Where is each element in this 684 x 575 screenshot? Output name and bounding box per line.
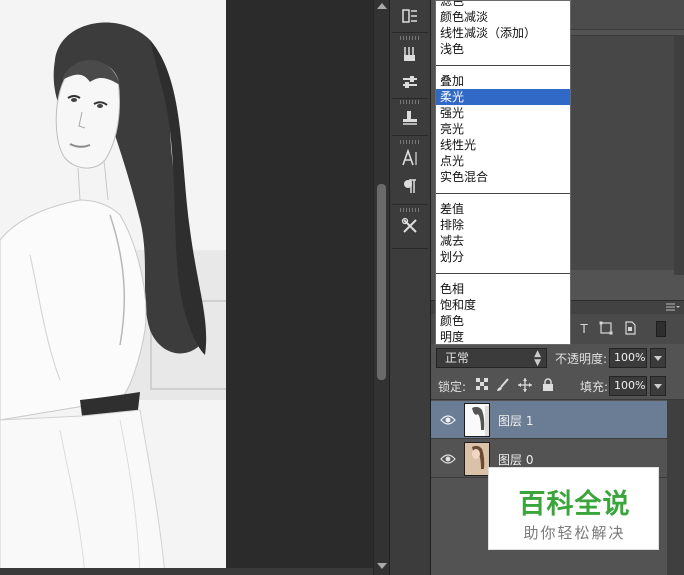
panel-tab-strip — [571, 0, 684, 30]
blend-option-subtract[interactable]: 减去 — [436, 233, 570, 249]
history-brush-icon[interactable] — [394, 2, 426, 30]
blend-mode-dropdown-list[interactable]: 滤色 颜色减淡 线性减淡（添加） 浅色 叠加 柔光 强光 亮光 线性光 点光 实… — [435, 0, 571, 345]
panel-scrollbar[interactable] — [674, 35, 684, 275]
blend-option-screen[interactable]: 滤色 — [436, 1, 570, 9]
lock-label: 锁定: — [438, 380, 467, 394]
blend-opacity-row: 正常 ▲ ▼ 不透明度: 100% — [431, 344, 684, 372]
blend-option-divide[interactable]: 划分 — [436, 249, 570, 265]
blend-option-vivid-light[interactable]: 亮光 — [436, 121, 570, 137]
select-arrows-icon: ▲ ▼ — [534, 349, 541, 368]
fill-label: 填充: — [580, 380, 609, 394]
strip-group-clone — [394, 100, 426, 132]
opacity-label: 不透明度: — [555, 352, 608, 366]
menu-separator — [436, 273, 570, 274]
tools-icon[interactable] — [394, 212, 426, 240]
watermark-title: 百科全说 — [518, 489, 631, 520]
blend-option-linear-light[interactable]: 线性光 — [436, 137, 570, 153]
shape-filter-icon[interactable] — [598, 321, 614, 337]
layer-row-1[interactable]: 图层 1 — [431, 401, 667, 439]
panel-icon-strip — [389, 0, 431, 575]
blend-option-hard-mix[interactable]: 实色混合 — [436, 169, 570, 185]
strip-group-brush — [394, 36, 426, 96]
canvas-area[interactable] — [0, 0, 373, 575]
brush-presets-icon[interactable] — [394, 40, 426, 68]
chevron-down-icon — [654, 356, 662, 361]
strip-separator — [392, 135, 428, 136]
document-canvas[interactable] — [0, 0, 226, 575]
blend-mode-value: 正常 — [445, 351, 470, 365]
opacity-dropdown-button[interactable] — [650, 348, 666, 368]
panel-menu-icon[interactable] — [666, 303, 680, 312]
smart-object-filter-icon[interactable] — [622, 321, 638, 337]
lock-transparent-pixels-icon[interactable] — [475, 378, 489, 392]
blend-option-hard-light[interactable]: 强光 — [436, 105, 570, 121]
visibility-eye-icon[interactable] — [440, 452, 456, 466]
strip-group-history — [394, 2, 426, 30]
scroll-down-arrow-icon[interactable] — [377, 563, 387, 569]
layer-thumbnail[interactable] — [464, 403, 490, 437]
strip-group-tools — [394, 208, 426, 240]
blend-option-pin-light[interactable]: 点光 — [436, 153, 570, 169]
layer-thumbnail[interactable] — [464, 442, 490, 476]
menu-separator — [436, 193, 570, 194]
blend-option-soft-light[interactable]: 柔光 — [436, 89, 570, 105]
opacity-input[interactable]: 100% — [609, 348, 647, 368]
visibility-eye-icon[interactable] — [440, 413, 456, 427]
lock-position-move-icon[interactable] — [518, 378, 532, 392]
lock-fill-row: 锁定: 填充: 100% — [431, 372, 684, 400]
layer-name: 图层 0 — [498, 453, 534, 467]
fill-dropdown-button[interactable] — [650, 376, 666, 396]
blend-mode-select[interactable]: 正常 ▲ ▼ — [436, 348, 547, 368]
strip-separator — [392, 98, 428, 99]
type-filter-icon[interactable]: T — [576, 321, 592, 337]
blend-option-linear-dodge[interactable]: 线性减淡（添加） — [436, 25, 570, 41]
blend-option-color-dodge[interactable]: 颜色减淡 — [436, 9, 570, 25]
lock-image-pixels-brush-icon[interactable] — [496, 378, 510, 392]
blend-option-overlay[interactable]: 叠加 — [436, 73, 570, 89]
blend-option-lighter-color[interactable]: 浅色 — [436, 41, 570, 57]
strip-separator — [392, 248, 428, 249]
blend-option-luminosity[interactable]: 明度 — [436, 329, 570, 344]
fill-input[interactable]: 100% — [609, 376, 647, 396]
panel-content — [571, 35, 681, 270]
strip-separator — [392, 204, 428, 205]
blend-option-difference[interactable]: 差值 — [436, 201, 570, 217]
horizontal-scrollbar[interactable] — [0, 568, 373, 575]
layer-name: 图层 1 — [498, 414, 534, 428]
chevron-down-icon — [654, 384, 662, 389]
vertical-scrollbar[interactable] — [373, 0, 389, 575]
blend-option-saturation[interactable]: 饱和度 — [436, 297, 570, 313]
menu-separator — [436, 65, 570, 66]
watermark-logo: 百科全说 助你轻松解决 — [488, 467, 659, 550]
filter-toggle-switch[interactable] — [656, 321, 666, 337]
blend-option-color[interactable]: 颜色 — [436, 313, 570, 329]
lock-all-padlock-icon[interactable] — [541, 378, 555, 392]
blend-option-hue[interactable]: 色相 — [436, 281, 570, 297]
scroll-up-arrow-icon[interactable] — [377, 3, 387, 9]
paragraph-icon[interactable] — [394, 172, 426, 200]
tool-presets-icon[interactable] — [394, 68, 426, 96]
strip-group-type — [394, 140, 426, 200]
strip-separator — [392, 32, 428, 33]
clone-source-icon[interactable] — [394, 104, 426, 132]
scroll-thumb[interactable] — [377, 184, 386, 380]
watermark-subtitle: 助你轻松解决 — [523, 524, 626, 542]
sketch-portrait-image — [0, 22, 207, 575]
layers-scrollbar[interactable] — [667, 400, 684, 575]
blend-option-exclusion[interactable]: 排除 — [436, 217, 570, 233]
character-icon[interactable] — [394, 144, 426, 172]
